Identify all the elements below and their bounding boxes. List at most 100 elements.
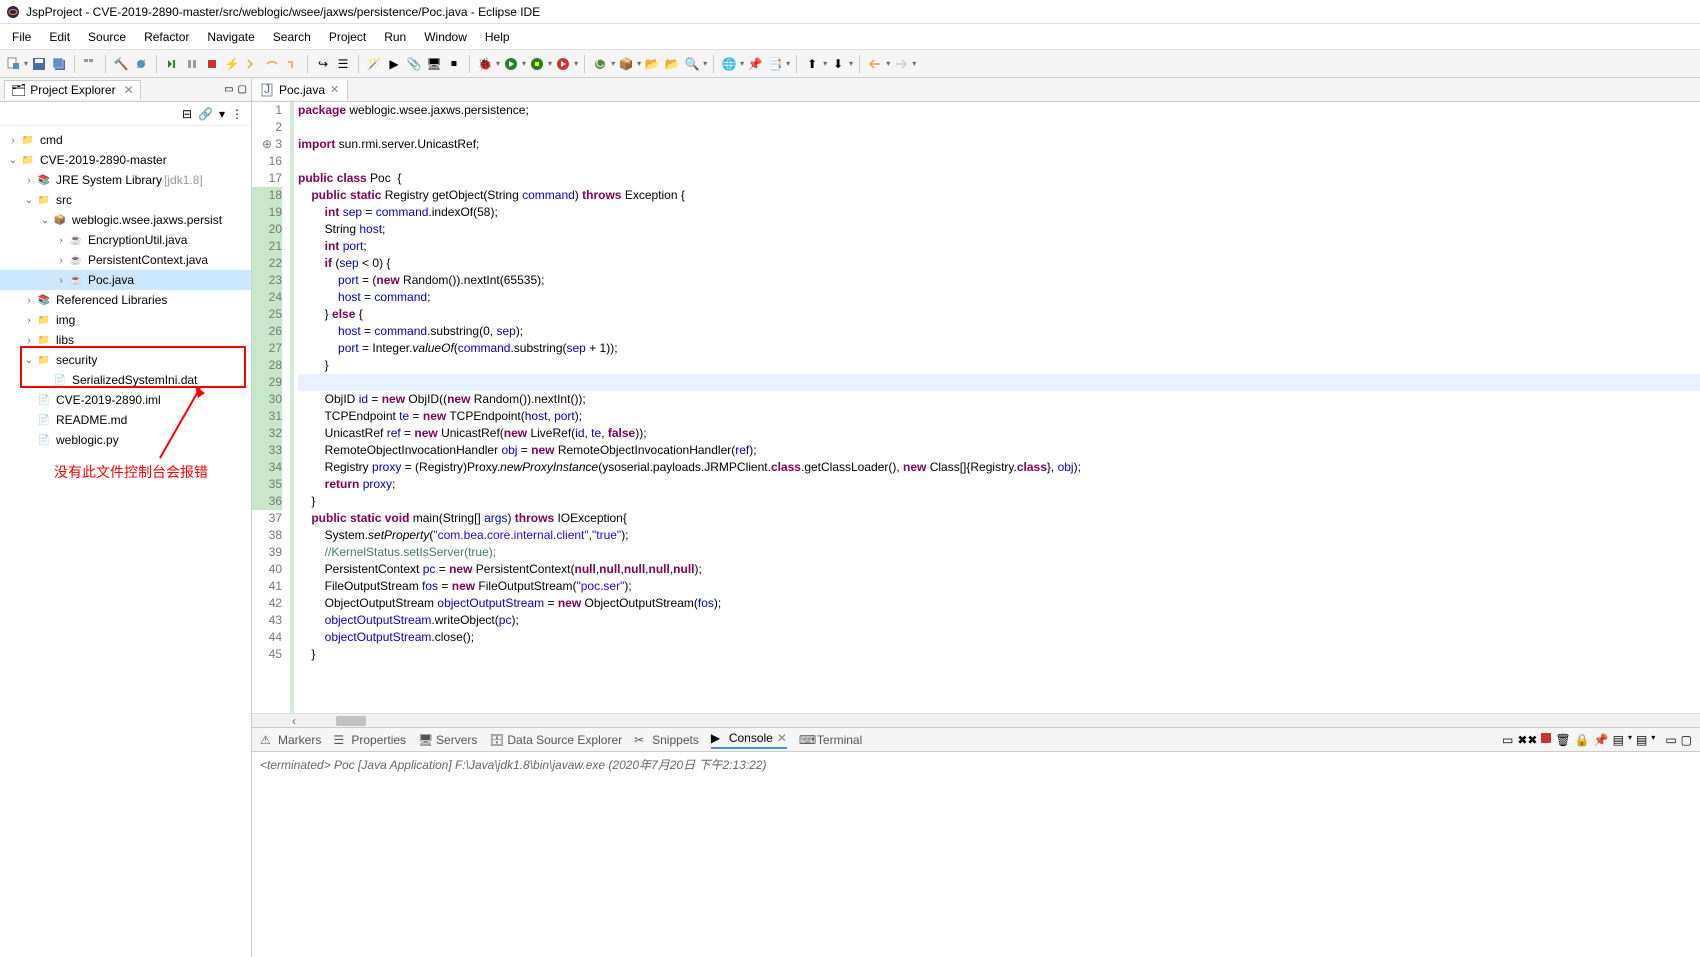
code-line[interactable]: } <box>298 357 1700 374</box>
save-button[interactable] <box>30 55 48 73</box>
coverage-button[interactable] <box>528 55 546 73</box>
code-line[interactable]: System.setProperty("com.bea.core.interna… <box>298 527 1700 544</box>
code-line[interactable]: Registry proxy = (Registry)Proxy.newProx… <box>298 459 1700 476</box>
open-task-button[interactable]: 📂 <box>663 55 681 73</box>
build-button[interactable]: 🔨 <box>112 55 130 73</box>
code-line[interactable]: UnicastRef ref = new UnicastRef(new Live… <box>298 425 1700 442</box>
bottom-tab-data-source-explorer[interactable]: 🗄Data Source Explorer <box>489 733 622 747</box>
code-editor[interactable]: 12⊕ 316171819202122232425262728293031323… <box>252 102 1700 713</box>
bottom-tab-servers[interactable]: 🖥Servers <box>418 733 477 747</box>
open-type-button[interactable]: 📂 <box>643 55 661 73</box>
bottom-tab-snippets[interactable]: ✂Snippets <box>634 733 699 747</box>
project-tree[interactable]: ›📁cmd⌄📁CVE-2019-2890-master›📚JRE System … <box>0 126 251 957</box>
debug-button[interactable]: 🐞 <box>476 55 494 73</box>
drop-to-frame-button[interactable]: ↪ <box>314 55 332 73</box>
code-line[interactable]: FileOutputStream fos = new FileOutputStr… <box>298 578 1700 595</box>
expand-icon[interactable]: › <box>22 335 36 346</box>
code-line[interactable]: public class Poc { <box>298 170 1700 187</box>
tree-item[interactable]: ⌄📁src <box>0 190 251 210</box>
tree-item[interactable]: ⌄📁security <box>0 350 251 370</box>
menu-window[interactable]: Window <box>416 26 475 48</box>
expand-icon[interactable]: ⌄ <box>38 215 52 226</box>
scroll-lock-button[interactable]: 🔒 <box>1575 733 1590 747</box>
expand-icon[interactable]: ⌄ <box>22 355 36 366</box>
bottom-tab-terminal[interactable]: ⌨Terminal <box>799 733 862 747</box>
collapse-all-button[interactable]: ⊟ <box>182 107 192 121</box>
back-button[interactable] <box>866 55 884 73</box>
code-line[interactable]: public static Registry getObject(String … <box>298 187 1700 204</box>
web-browser-button[interactable]: 🌐 <box>720 55 738 73</box>
code-line[interactable]: objectOutputStream.close(); <box>298 629 1700 646</box>
resume-button[interactable] <box>163 55 181 73</box>
suspend-button[interactable] <box>183 55 201 73</box>
save-all-button[interactable] <box>50 55 68 73</box>
terminate-button[interactable] <box>203 55 221 73</box>
tree-item[interactable]: ›☕PersistentContext.java <box>0 250 251 270</box>
next-annotation-button[interactable]: ⬇ <box>829 55 847 73</box>
menu-search[interactable]: Search <box>265 26 319 48</box>
bottom-tab-properties[interactable]: ☰Properties <box>333 733 406 747</box>
max-bottom-button[interactable]: ▢ <box>1681 733 1692 747</box>
tree-item[interactable]: 📄SerializedSystemIni.dat <box>0 370 251 390</box>
code-line[interactable]: RemoteObjectInvocationHandler obj = new … <box>298 442 1700 459</box>
terminate-console-button[interactable] <box>1541 733 1551 747</box>
tree-item[interactable]: ›📚JRE System Library [jdk1.8] <box>0 170 251 190</box>
use-step-filters-button[interactable]: ☰ <box>334 55 352 73</box>
prev-annotation-button[interactable]: ⬆ <box>803 55 821 73</box>
tree-item[interactable]: ›📚Referenced Libraries <box>0 290 251 310</box>
publish-button[interactable]: 📎 <box>405 55 423 73</box>
pin-editor-button[interactable]: 📌 <box>746 55 764 73</box>
remove-launch-button[interactable]: ▭ <box>1502 733 1513 747</box>
display-console-button[interactable]: ▤ <box>1613 733 1624 747</box>
bottom-tab-markers[interactable]: ⚠Markers <box>260 733 321 747</box>
stop-server-button[interactable]: ⏹ <box>445 55 463 73</box>
code-line[interactable]: PersistentContext pc = new PersistentCon… <box>298 561 1700 578</box>
code-line[interactable]: host = command.substring(0, sep); <box>298 323 1700 340</box>
scrollbar-thumb[interactable] <box>336 716 366 726</box>
maximize-view-button[interactable]: ▢ <box>238 84 247 95</box>
code-line[interactable]: package weblogic.wsee.jaxws.persistence; <box>298 102 1700 119</box>
forward-button[interactable] <box>892 55 910 73</box>
code-line[interactable] <box>298 119 1700 136</box>
expand-icon[interactable]: › <box>54 275 68 286</box>
close-view-icon[interactable]: ✕ <box>124 83 134 97</box>
expand-icon[interactable]: › <box>22 295 36 306</box>
toggle-mark-button[interactable]: 📑 <box>766 55 784 73</box>
project-explorer-tab[interactable]: 🗂 Project Explorer ✕ <box>4 80 141 99</box>
console-output[interactable] <box>252 777 1700 957</box>
menu-refactor[interactable]: Refactor <box>136 26 197 48</box>
code-line[interactable]: import sun.rmi.server.UnicastRef; <box>298 136 1700 153</box>
bottom-tab-console[interactable]: ▶Console ✕ <box>711 731 787 749</box>
min-bottom-button[interactable]: ▭ <box>1665 733 1676 747</box>
menu-run[interactable]: Run <box>376 26 414 48</box>
ext-tools-button[interactable] <box>554 55 572 73</box>
start-server-button[interactable]: ▶ <box>385 55 403 73</box>
menu-navigate[interactable]: Navigate <box>199 26 262 48</box>
code-line[interactable]: String host; <box>298 221 1700 238</box>
code-content[interactable]: package weblogic.wsee.jaxws.persistence;… <box>294 102 1700 713</box>
code-line[interactable]: //KernelStatus.setIsServer(true); <box>298 544 1700 561</box>
tree-item[interactable]: ›📁libs <box>0 330 251 350</box>
tree-item[interactable]: ›☕Poc.java <box>0 270 251 290</box>
code-line[interactable]: host = command; <box>298 289 1700 306</box>
code-line[interactable]: ObjID id = new ObjID((new Random()).next… <box>298 391 1700 408</box>
expand-icon[interactable]: ⌄ <box>6 155 20 166</box>
link-editor-button[interactable]: 🔗 <box>198 107 213 121</box>
code-line[interactable] <box>298 153 1700 170</box>
tree-item[interactable]: 📄weblogic.py <box>0 430 251 450</box>
menu-source[interactable]: Source <box>80 26 134 48</box>
editor-tab-poc[interactable]: J Poc.java ✕ <box>252 80 348 100</box>
code-line[interactable]: public static void main(String[] args) t… <box>298 510 1700 527</box>
tree-item[interactable]: 📄CVE-2019-2890.iml <box>0 390 251 410</box>
editor-horizontal-scrollbar[interactable]: ‹ <box>252 713 1700 727</box>
code-line[interactable]: port = (new Random()).nextInt(65535); <box>298 272 1700 289</box>
clear-console-button[interactable]: 🗑 <box>1555 733 1570 747</box>
close-tab-icon[interactable]: ✕ <box>330 83 339 96</box>
step-return-button[interactable] <box>283 55 301 73</box>
tree-item[interactable]: ⌄📦weblogic.wsee.jaxws.persist <box>0 210 251 230</box>
open-console-button[interactable]: ▤ <box>1636 733 1647 747</box>
code-line[interactable]: int sep = command.indexOf(58); <box>298 204 1700 221</box>
tree-item[interactable]: ›📁cmd <box>0 130 251 150</box>
new-server-button[interactable]: 🖥 <box>425 55 443 73</box>
expand-icon[interactable]: › <box>22 175 36 186</box>
